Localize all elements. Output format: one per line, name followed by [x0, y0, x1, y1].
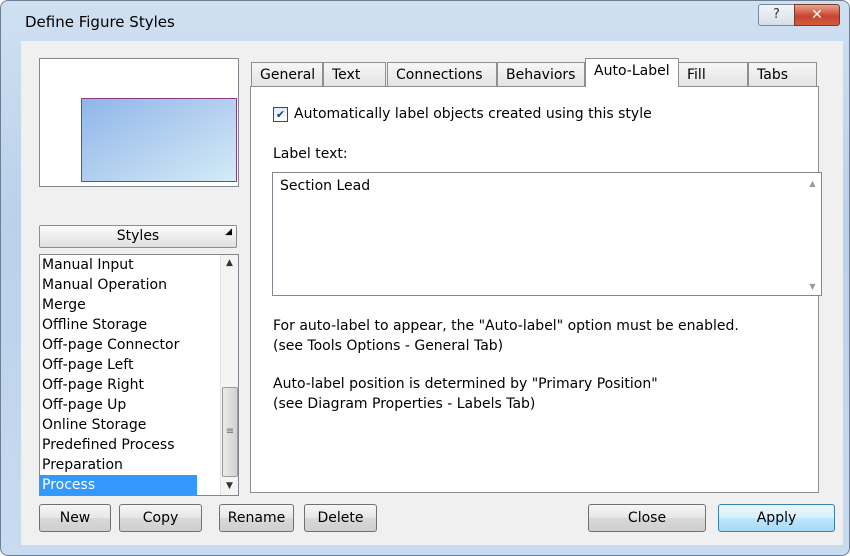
delete-button[interactable]: Delete: [304, 504, 377, 532]
tab-behaviors[interactable]: Behaviors: [497, 62, 585, 86]
styles-list[interactable]: Manual Input Manual Operation Merge Offline…: [39, 254, 239, 496]
label-text-scrollbar[interactable]: ▲ ▼: [804, 173, 821, 295]
scroll-down-icon[interactable]: ▼: [804, 282, 821, 291]
info-1-line-2: (see Tools Options - General Tab): [273, 338, 504, 354]
help-button[interactable]: ?: [758, 4, 795, 26]
close-window-button[interactable]: ✕: [794, 4, 840, 26]
tab-fill[interactable]: Fill: [678, 62, 748, 86]
list-item[interactable]: Off-page Up: [40, 395, 238, 415]
list-item[interactable]: Merge: [40, 295, 238, 315]
apply-button[interactable]: Apply: [718, 504, 835, 532]
auto-label-info-2: Auto-label position is determined by "Pr…: [273, 374, 658, 414]
list-item[interactable]: Manual Operation: [40, 275, 238, 295]
list-item[interactable]: Manual Input: [40, 255, 238, 275]
info-2-line-1: Auto-label position is determined by "Pr…: [273, 376, 658, 392]
list-item[interactable]: Off-page Connector: [40, 335, 238, 355]
styles-button-label: Styles: [116, 228, 160, 244]
copy-button[interactable]: Copy: [119, 504, 202, 532]
auto-label-checkbox-row[interactable]: ✔ Automatically label objects created usi…: [273, 106, 652, 122]
style-preview: [39, 58, 239, 187]
auto-label-panel: ✔ Automatically label objects created usi…: [250, 86, 822, 493]
window-title: Define Figure Styles: [25, 13, 175, 31]
info-1-line-1: For auto-label to appear, the "Auto-labe…: [273, 318, 739, 334]
dialog-window: Define Figure Styles ? ✕ Styles ◢ Manual…: [0, 0, 850, 556]
list-item[interactable]: Process: [40, 475, 197, 495]
label-text-value: Section Lead: [280, 178, 371, 194]
dropdown-arrow-icon: ◢: [225, 227, 232, 237]
info-2-line-2: (see Diagram Properties - Labels Tab): [273, 396, 536, 412]
tab-tabs[interactable]: Tabs: [748, 62, 817, 86]
list-item[interactable]: Offline Storage: [40, 315, 238, 335]
label-text-caption: Label text:: [273, 146, 348, 162]
tab-text[interactable]: Text: [323, 62, 386, 86]
rename-button[interactable]: Rename: [219, 504, 294, 532]
auto-label-checkbox-label: Automatically label objects created usin…: [294, 106, 652, 122]
list-item[interactable]: Off-page Left: [40, 355, 238, 375]
tab-connections[interactable]: Connections: [387, 62, 497, 86]
scroll-down-icon[interactable]: ▼: [221, 478, 238, 495]
scroll-thumb[interactable]: ≡: [222, 387, 238, 477]
styles-menu-button[interactable]: Styles ◢: [39, 225, 237, 248]
tab-general[interactable]: General: [251, 62, 323, 86]
preview-shape: [81, 98, 237, 182]
tab-auto-label[interactable]: Auto-Label: [585, 58, 679, 87]
list-item[interactable]: Preparation: [40, 455, 238, 475]
scroll-up-icon[interactable]: ▲: [221, 255, 238, 272]
label-text-field[interactable]: Section Lead ▲ ▼: [272, 172, 822, 296]
auto-label-info-1: For auto-label to appear, the "Auto-labe…: [273, 316, 739, 356]
list-item[interactable]: Off-page Right: [40, 375, 238, 395]
scroll-up-icon[interactable]: ▲: [804, 179, 821, 188]
dialog-client-area: Styles ◢ Manual Input Manual Operation Mer…: [21, 41, 843, 545]
list-item[interactable]: Predefined Process: [40, 435, 238, 455]
list-item[interactable]: Online Storage: [40, 415, 238, 435]
list-scrollbar[interactable]: ▲ ≡ ▼: [220, 255, 238, 495]
auto-label-checkbox[interactable]: ✔: [273, 106, 288, 122]
close-button[interactable]: Close: [588, 504, 706, 532]
new-button[interactable]: New: [39, 504, 111, 532]
styles-list-items: Manual Input Manual Operation Merge Offline…: [40, 255, 238, 495]
